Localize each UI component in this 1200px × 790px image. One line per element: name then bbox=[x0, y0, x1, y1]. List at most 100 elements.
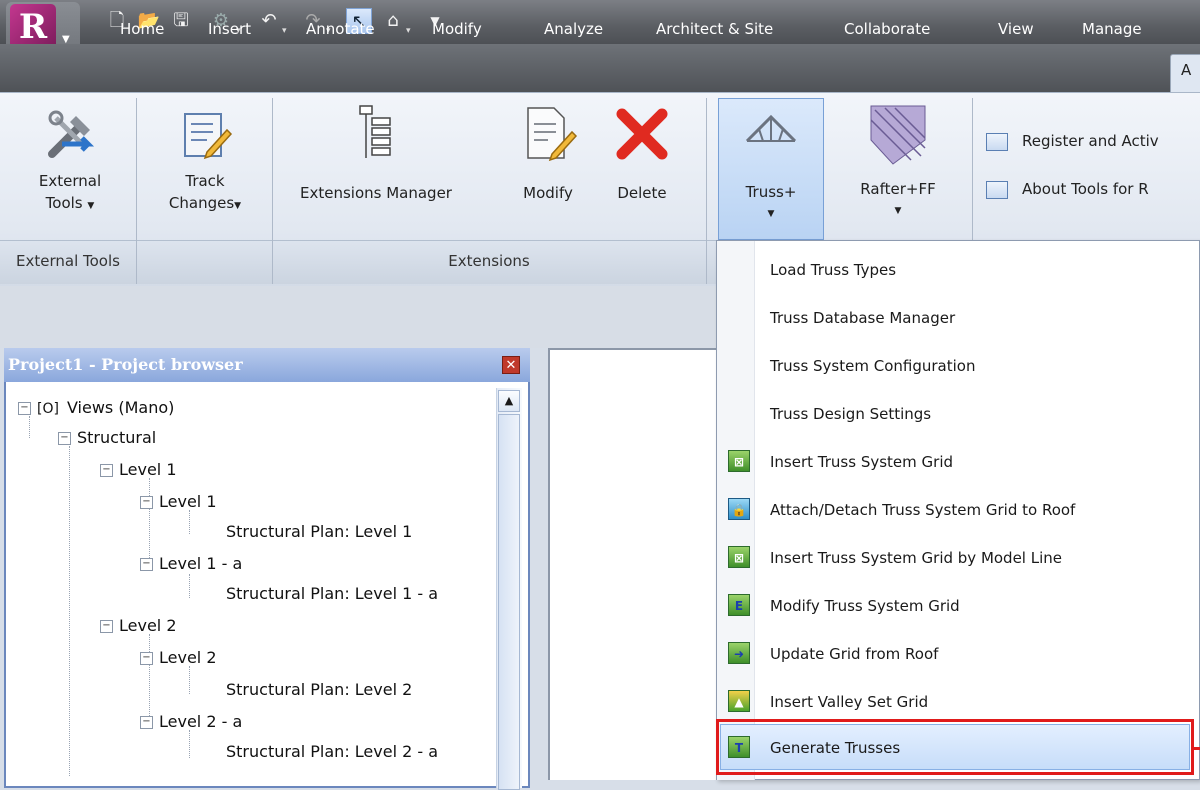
panel-divider bbox=[706, 98, 707, 284]
collapse-icon[interactable]: − bbox=[140, 558, 153, 571]
tree-node-level-2-a[interactable]: − Level 2 - a bbox=[140, 712, 242, 731]
collapse-icon[interactable]: − bbox=[140, 652, 153, 665]
tab-analyze[interactable]: Analyze bbox=[544, 14, 603, 48]
tree-node-views[interactable]: − [O] Views (Mano) bbox=[18, 398, 174, 417]
tab-home[interactable]: Home bbox=[120, 14, 164, 48]
annotation-pointer-line bbox=[1194, 747, 1200, 750]
track-changes-button[interactable]: Track Changes▼ bbox=[150, 104, 260, 238]
scrollbar-thumb[interactable] bbox=[498, 414, 520, 790]
track-changes-label-1: Track bbox=[185, 172, 225, 190]
highlight-annotation-box bbox=[716, 719, 1194, 775]
external-tools-label-2: Tools ▼ bbox=[45, 194, 95, 212]
about-icon bbox=[986, 180, 1008, 199]
rafter-ff-button[interactable]: Rafter+FF ▼ bbox=[836, 98, 960, 240]
tree-node-structural[interactable]: − Structural bbox=[58, 428, 156, 447]
chevron-down-icon: ▼ bbox=[894, 206, 902, 216]
menu-item-insert-grid-by-model-line[interactable]: Insert Truss System Grid by Model Line bbox=[770, 538, 1062, 578]
tree-label: Level 1 - a bbox=[159, 554, 243, 573]
collapse-icon[interactable]: − bbox=[58, 432, 71, 445]
truss-plus-label: Truss+ bbox=[745, 183, 797, 201]
chevron-down-icon: ▼ bbox=[767, 209, 775, 219]
menu-item-truss-database-manager[interactable]: Truss Database Manager bbox=[770, 298, 955, 338]
menu-item-truss-system-configuration[interactable]: Truss System Configuration bbox=[770, 346, 975, 386]
tree-node-plan-level-2[interactable]: Structural Plan: Level 2 bbox=[226, 680, 412, 699]
menu-item-insert-truss-system-grid[interactable]: Insert Truss System Grid bbox=[770, 442, 953, 482]
tree-label: Level 2 bbox=[159, 648, 217, 667]
menu-item-insert-valley-set-grid[interactable]: Insert Valley Set Grid bbox=[770, 682, 928, 722]
about-tools-button[interactable]: About Tools for R bbox=[986, 180, 1149, 208]
modify-grid-icon: E bbox=[728, 594, 750, 616]
extensions-manager-button[interactable]: Extensions Manager bbox=[288, 104, 464, 238]
menu-item-truss-design-settings[interactable]: Truss Design Settings bbox=[770, 394, 931, 434]
insert-grid-icon: ⊠ bbox=[728, 450, 750, 472]
collapse-icon[interactable]: − bbox=[100, 620, 113, 633]
collapse-icon[interactable]: − bbox=[18, 402, 31, 415]
update-grid-icon: ➜ bbox=[728, 642, 750, 664]
tab-insert[interactable]: Insert bbox=[208, 14, 251, 48]
tab-annotate[interactable]: Annotate bbox=[306, 14, 375, 48]
tree-guide bbox=[189, 666, 190, 694]
tree-node-level-1-a[interactable]: − Level 1 - a bbox=[140, 554, 242, 573]
tree-guide bbox=[189, 574, 190, 598]
valley-set-icon: ▲ bbox=[728, 690, 750, 712]
truss-plus-button[interactable]: Truss+ ▼ bbox=[718, 98, 824, 240]
extensions-manager-label: Extensions Manager bbox=[300, 184, 452, 202]
collapse-icon[interactable]: − bbox=[100, 464, 113, 477]
tree-node-level-2-sub[interactable]: − Level 2 bbox=[140, 648, 217, 667]
delete-x-icon bbox=[616, 108, 668, 160]
delete-button[interactable]: Delete bbox=[600, 104, 684, 238]
delete-label: Delete bbox=[617, 184, 667, 202]
panel-title-extensions: Extensions bbox=[448, 252, 530, 270]
tree-list-icon bbox=[359, 105, 391, 158]
tab-manage[interactable]: Manage bbox=[1082, 14, 1142, 48]
tab-view[interactable]: View bbox=[998, 14, 1034, 48]
menu-item-load-truss-types[interactable]: Load Truss Types bbox=[770, 250, 896, 290]
3d-view-icon[interactable]: ⌂ bbox=[380, 8, 406, 34]
tree-node-plan-level-1-a[interactable]: Structural Plan: Level 1 - a bbox=[226, 584, 490, 603]
tree-label: Level 2 - a bbox=[159, 712, 243, 731]
tab-modify[interactable]: Modify bbox=[432, 14, 482, 48]
tree-node-plan-level-1[interactable]: Structural Plan: Level 1 bbox=[226, 522, 412, 541]
tab-collaborate[interactable]: Collaborate bbox=[844, 14, 930, 48]
tree-node-level-1[interactable]: − Level 1 bbox=[100, 460, 177, 479]
panel-divider bbox=[136, 98, 137, 284]
collapse-icon[interactable]: − bbox=[140, 496, 153, 509]
edit-document-icon bbox=[184, 113, 233, 160]
ribbon-tab-row bbox=[0, 44, 1200, 92]
scroll-up-icon[interactable]: ▲ bbox=[498, 390, 520, 412]
modify-document-icon bbox=[527, 107, 578, 162]
close-icon[interactable]: ✕ bbox=[502, 356, 520, 374]
undo-dropdown-icon[interactable]: ▾ bbox=[282, 26, 287, 36]
track-changes-label-2: Changes▼ bbox=[168, 194, 242, 212]
panel-title-external-tools: External Tools bbox=[16, 252, 120, 270]
attach-grid-icon: 🔒 bbox=[728, 498, 750, 520]
menu-item-update-grid-from-roof[interactable]: Update Grid from Roof bbox=[770, 634, 938, 674]
tree-label: Level 1 bbox=[119, 460, 177, 479]
external-tools-button[interactable]: External Tools ▼ bbox=[14, 104, 126, 238]
tree-label: Structural bbox=[77, 428, 157, 447]
tab-addins-label: A bbox=[1181, 61, 1192, 79]
3d-view-dropdown-icon[interactable]: ▾ bbox=[406, 26, 411, 36]
tree-node-level-1-sub[interactable]: − Level 1 bbox=[140, 492, 217, 511]
menu-item-modify-truss-system-grid[interactable]: Modify Truss System Grid bbox=[770, 586, 960, 626]
menu-item-attach-detach-grid[interactable]: Attach/Detach Truss System Grid to Roof bbox=[770, 490, 1075, 530]
tree-node-plan-level-2-a[interactable]: Structural Plan: Level 2 - a bbox=[226, 742, 490, 761]
rafter-icon bbox=[870, 105, 926, 165]
tab-architect-site[interactable]: Architect & Site bbox=[656, 14, 773, 48]
tree-guide bbox=[29, 416, 30, 438]
tree-label: Views (Mano) bbox=[66, 398, 175, 417]
tree-label: Level 1 bbox=[159, 492, 217, 511]
tree-node-level-2[interactable]: − Level 2 bbox=[100, 616, 177, 635]
tab-addins[interactable]: A bbox=[1170, 54, 1200, 92]
rafter-ff-label: Rafter+FF bbox=[860, 180, 936, 198]
save-icon[interactable]: 🖫 bbox=[168, 8, 194, 34]
collapse-icon[interactable]: − bbox=[140, 716, 153, 729]
views-icon: [O] bbox=[37, 401, 59, 417]
tree-guide bbox=[189, 510, 190, 534]
undo-icon[interactable]: ↶ bbox=[256, 8, 282, 34]
register-activate-button[interactable]: Register and Activ bbox=[986, 132, 1159, 160]
modify-button[interactable]: Modify bbox=[508, 104, 588, 238]
modify-label: Modify bbox=[523, 184, 573, 202]
chevron-down-icon: ▼ bbox=[234, 201, 242, 211]
truss-icon bbox=[745, 114, 797, 143]
